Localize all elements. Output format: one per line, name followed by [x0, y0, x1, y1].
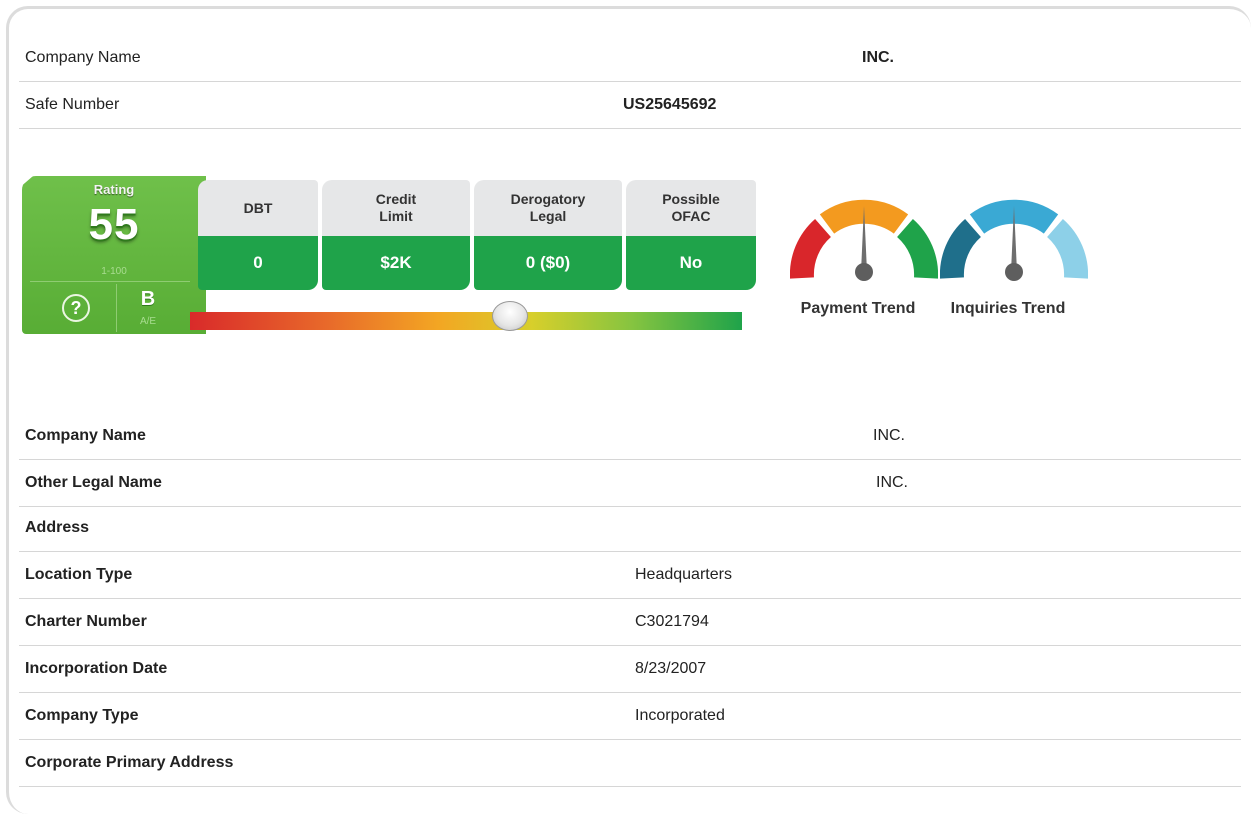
payment-trend-label: Payment Trend	[800, 300, 916, 317]
metric-tile-dbt: DBT 0	[198, 180, 318, 290]
header-row-safe-number: Safe Number US25645692	[19, 82, 1241, 129]
row-label: Company Name	[25, 49, 141, 66]
rating-scale-marker	[492, 301, 528, 331]
metric-label: Credit Limit	[322, 180, 470, 236]
rating-label: Rating	[93, 182, 135, 197]
detail-row-company-type: Company Type Incorporated	[19, 693, 1241, 740]
rating-score: 55	[88, 200, 140, 249]
payment-trend-gauge	[790, 199, 938, 281]
detail-row-charter-number: Charter Number C3021794	[19, 599, 1241, 646]
rating-grade-scale: A/E	[139, 316, 157, 327]
rating-scale-bar	[190, 312, 742, 330]
rating-grade: B	[140, 288, 156, 310]
gauge-segment-low	[940, 218, 982, 279]
metric-tile-derogatory-legal: Derogatory Legal 0 ($0)	[474, 180, 622, 290]
metric-value: 0 ($0)	[474, 236, 622, 290]
row-value: US25645692	[623, 96, 717, 113]
detail-row-incorporation-date: Incorporation Date 8/23/2007	[19, 646, 1241, 693]
metric-value: $2K	[322, 236, 470, 290]
rating-divider	[30, 281, 190, 282]
gauge-segment-low	[790, 218, 832, 279]
inquiries-trend-label: Inquiries Trend	[950, 300, 1066, 317]
row-label: Corporate Primary Address	[25, 754, 234, 771]
detail-row-other-legal-name: Other Legal Name INC.	[19, 460, 1241, 507]
detail-row-corporate-primary-address: Corporate Primary Address	[19, 740, 1241, 787]
gauge-hub	[1005, 263, 1023, 281]
row-label: Safe Number	[25, 96, 120, 113]
gauge-segment-high	[896, 218, 938, 279]
row-value: 8/23/2007	[635, 660, 707, 677]
metric-tile-possible-ofac: Possible OFAC No	[626, 180, 756, 290]
row-label: Charter Number	[25, 613, 147, 630]
detail-row-location-type: Location Type Headquarters	[19, 552, 1241, 599]
header-row-company-name: Company Name INC.	[19, 35, 1241, 82]
row-label: Company Name	[25, 427, 146, 444]
metric-label: DBT	[198, 180, 318, 236]
rating-range: 1-100	[101, 266, 127, 277]
credit-rating-box: Rating 55 1-100 ? B A/E	[22, 176, 206, 334]
inquiries-trend-gauge	[940, 199, 1088, 281]
gauge-segment-high	[1046, 218, 1088, 279]
metric-label: Possible OFAC	[626, 180, 756, 236]
metric-tile-credit-limit: Credit Limit $2K	[322, 180, 470, 290]
row-label: Company Type	[25, 707, 139, 724]
row-label: Incorporation Date	[25, 660, 168, 677]
help-icon[interactable]: ?	[62, 294, 90, 322]
row-value: INC.	[876, 474, 908, 491]
metric-value: No	[626, 236, 756, 290]
row-value: INC.	[862, 49, 894, 66]
gauge-hub	[855, 263, 873, 281]
row-label: Location Type	[25, 566, 133, 583]
row-label: Other Legal Name	[25, 474, 162, 491]
row-value: INC.	[873, 427, 905, 444]
row-value: Headquarters	[635, 566, 732, 583]
row-value: Incorporated	[635, 707, 725, 724]
metric-label: Derogatory Legal	[474, 180, 622, 236]
row-label: Address	[25, 519, 90, 536]
row-value: C3021794	[635, 613, 709, 630]
metric-value: 0	[198, 236, 318, 290]
rating-vertical-divider	[116, 284, 117, 332]
detail-row-company-name: Company Name INC.	[19, 413, 1241, 460]
detail-row-address: Address	[19, 505, 1241, 552]
